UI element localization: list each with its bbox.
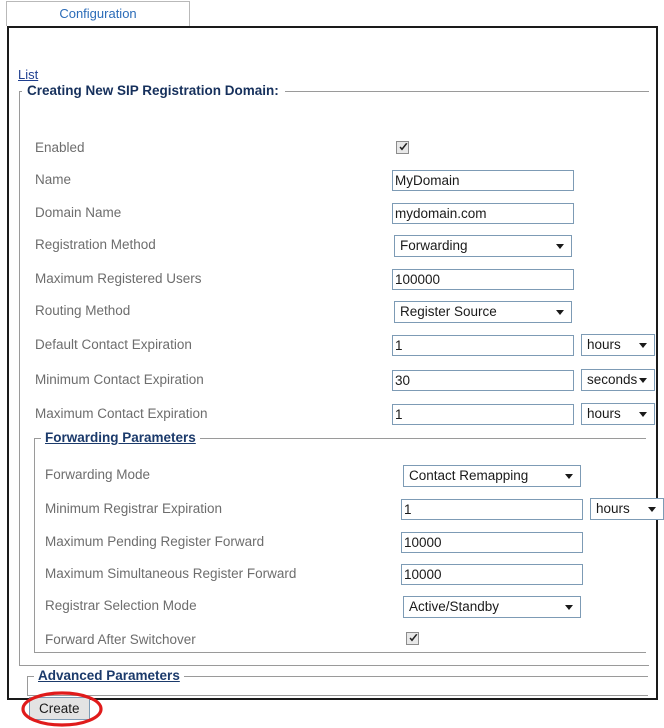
row-routing-method: Routing Method Register Source xyxy=(9,301,656,329)
tab-configuration-label: Configuration xyxy=(59,6,136,21)
row-minimum-contact-expiration: Minimum Contact Expiration seconds xyxy=(9,370,656,398)
row-default-contact-expiration: Default Contact Expiration hours xyxy=(9,335,656,363)
minimum-contact-expiration-unit-select[interactable]: seconds xyxy=(581,369,655,391)
chevron-down-icon xyxy=(639,412,647,417)
sip-domain-legend-text: Creating New SIP Registration Domain: xyxy=(27,83,279,98)
domain-name-input[interactable] xyxy=(392,203,574,224)
label-maximum-simultaneous-register-forward: Maximum Simultaneous Register Forward xyxy=(45,564,296,584)
tab-configuration[interactable]: Configuration xyxy=(6,1,190,26)
minimum-registrar-expiration-unit-select[interactable]: hours xyxy=(590,498,664,520)
minimum-registrar-expiration-unit-value: hours xyxy=(596,501,630,516)
registrar-selection-mode-select[interactable]: Active/Standby xyxy=(403,596,581,618)
label-name: Name xyxy=(35,170,71,190)
forwarding-mode-value: Contact Remapping xyxy=(409,468,528,483)
page-content: List Creating New SIP Registration Domai… xyxy=(9,28,656,698)
label-registration-method: Registration Method xyxy=(35,235,156,255)
row-maximum-pending-register-forward: Maximum Pending Register Forward xyxy=(9,532,656,560)
label-routing-method: Routing Method xyxy=(35,301,130,321)
list-link[interactable]: List xyxy=(18,67,38,82)
row-enabled: Enabled xyxy=(9,138,656,166)
chevron-down-icon xyxy=(556,310,564,315)
advanced-parameters-legend[interactable]: Advanced Parameters xyxy=(34,668,184,683)
label-forward-after-switchover: Forward After Switchover xyxy=(45,630,196,650)
row-forward-after-switchover: Forward After Switchover xyxy=(9,630,656,658)
chevron-down-icon xyxy=(556,244,564,249)
enabled-checkbox[interactable] xyxy=(396,141,409,154)
default-contact-expiration-unit-value: hours xyxy=(587,337,621,352)
row-maximum-registered-users: Maximum Registered Users xyxy=(9,269,656,297)
registration-method-value: Forwarding xyxy=(400,238,468,253)
default-contact-expiration-input[interactable] xyxy=(392,335,574,356)
label-domain-name: Domain Name xyxy=(35,203,121,223)
row-forwarding-mode: Forwarding Mode Contact Remapping xyxy=(9,465,656,493)
chevron-down-icon xyxy=(639,378,647,383)
label-minimum-registrar-expiration: Minimum Registrar Expiration xyxy=(45,499,222,519)
label-maximum-registered-users: Maximum Registered Users xyxy=(35,269,202,289)
advanced-parameters-legend-text: Advanced Parameters xyxy=(38,668,180,683)
default-contact-expiration-unit-select[interactable]: hours xyxy=(581,334,655,356)
forward-after-switchover-checkbox[interactable] xyxy=(406,632,419,645)
routing-method-value: Register Source xyxy=(400,304,497,319)
sip-domain-legend: Creating New SIP Registration Domain: xyxy=(22,83,285,98)
label-forwarding-mode: Forwarding Mode xyxy=(45,465,150,485)
minimum-contact-expiration-unit-value: seconds xyxy=(587,372,637,387)
row-registration-method: Registration Method Forwarding xyxy=(9,235,656,263)
forwarding-parameters-legend-text: Forwarding Parameters xyxy=(45,430,196,445)
label-maximum-pending-register-forward: Maximum Pending Register Forward xyxy=(45,532,264,552)
page-frame: List Creating New SIP Registration Domai… xyxy=(7,26,658,700)
forwarding-parameters-legend: Forwarding Parameters xyxy=(41,430,200,445)
chevron-down-icon xyxy=(565,605,573,610)
maximum-pending-register-forward-input[interactable] xyxy=(401,532,583,553)
checkmark-icon xyxy=(408,633,419,644)
maximum-registered-users-input[interactable] xyxy=(392,269,574,290)
label-enabled: Enabled xyxy=(35,138,85,158)
maximum-simultaneous-register-forward-input[interactable] xyxy=(401,564,583,585)
row-maximum-contact-expiration: Maximum Contact Expiration hours xyxy=(9,404,656,432)
row-domain-name: Domain Name xyxy=(9,203,656,231)
row-name: Name xyxy=(9,170,656,198)
label-maximum-contact-expiration: Maximum Contact Expiration xyxy=(35,404,208,424)
chevron-down-icon xyxy=(565,474,573,479)
maximum-contact-expiration-unit-select[interactable]: hours xyxy=(581,403,655,425)
chevron-down-icon xyxy=(639,343,647,348)
maximum-contact-expiration-unit-value: hours xyxy=(587,406,621,421)
tab-strip: Configuration xyxy=(0,0,664,28)
label-registrar-selection-mode: Registrar Selection Mode xyxy=(45,596,197,616)
maximum-contact-expiration-input[interactable] xyxy=(392,404,574,425)
registrar-selection-mode-value: Active/Standby xyxy=(409,599,499,614)
routing-method-select[interactable]: Register Source xyxy=(394,301,572,323)
label-minimum-contact-expiration: Minimum Contact Expiration xyxy=(35,370,204,390)
registration-method-select[interactable]: Forwarding xyxy=(394,235,572,257)
forwarding-mode-select[interactable]: Contact Remapping xyxy=(403,465,581,487)
name-input[interactable] xyxy=(392,170,574,191)
chevron-down-icon xyxy=(648,507,656,512)
minimum-registrar-expiration-input[interactable] xyxy=(401,499,583,520)
row-registrar-selection-mode: Registrar Selection Mode Active/Standby xyxy=(9,596,656,624)
minimum-contact-expiration-input[interactable] xyxy=(392,370,574,391)
row-minimum-registrar-expiration: Minimum Registrar Expiration hours xyxy=(9,499,656,527)
row-maximum-simultaneous-register-forward: Maximum Simultaneous Register Forward xyxy=(9,564,656,592)
label-default-contact-expiration: Default Contact Expiration xyxy=(35,335,192,355)
create-button[interactable]: Create xyxy=(29,697,90,720)
checkmark-icon xyxy=(398,142,409,153)
